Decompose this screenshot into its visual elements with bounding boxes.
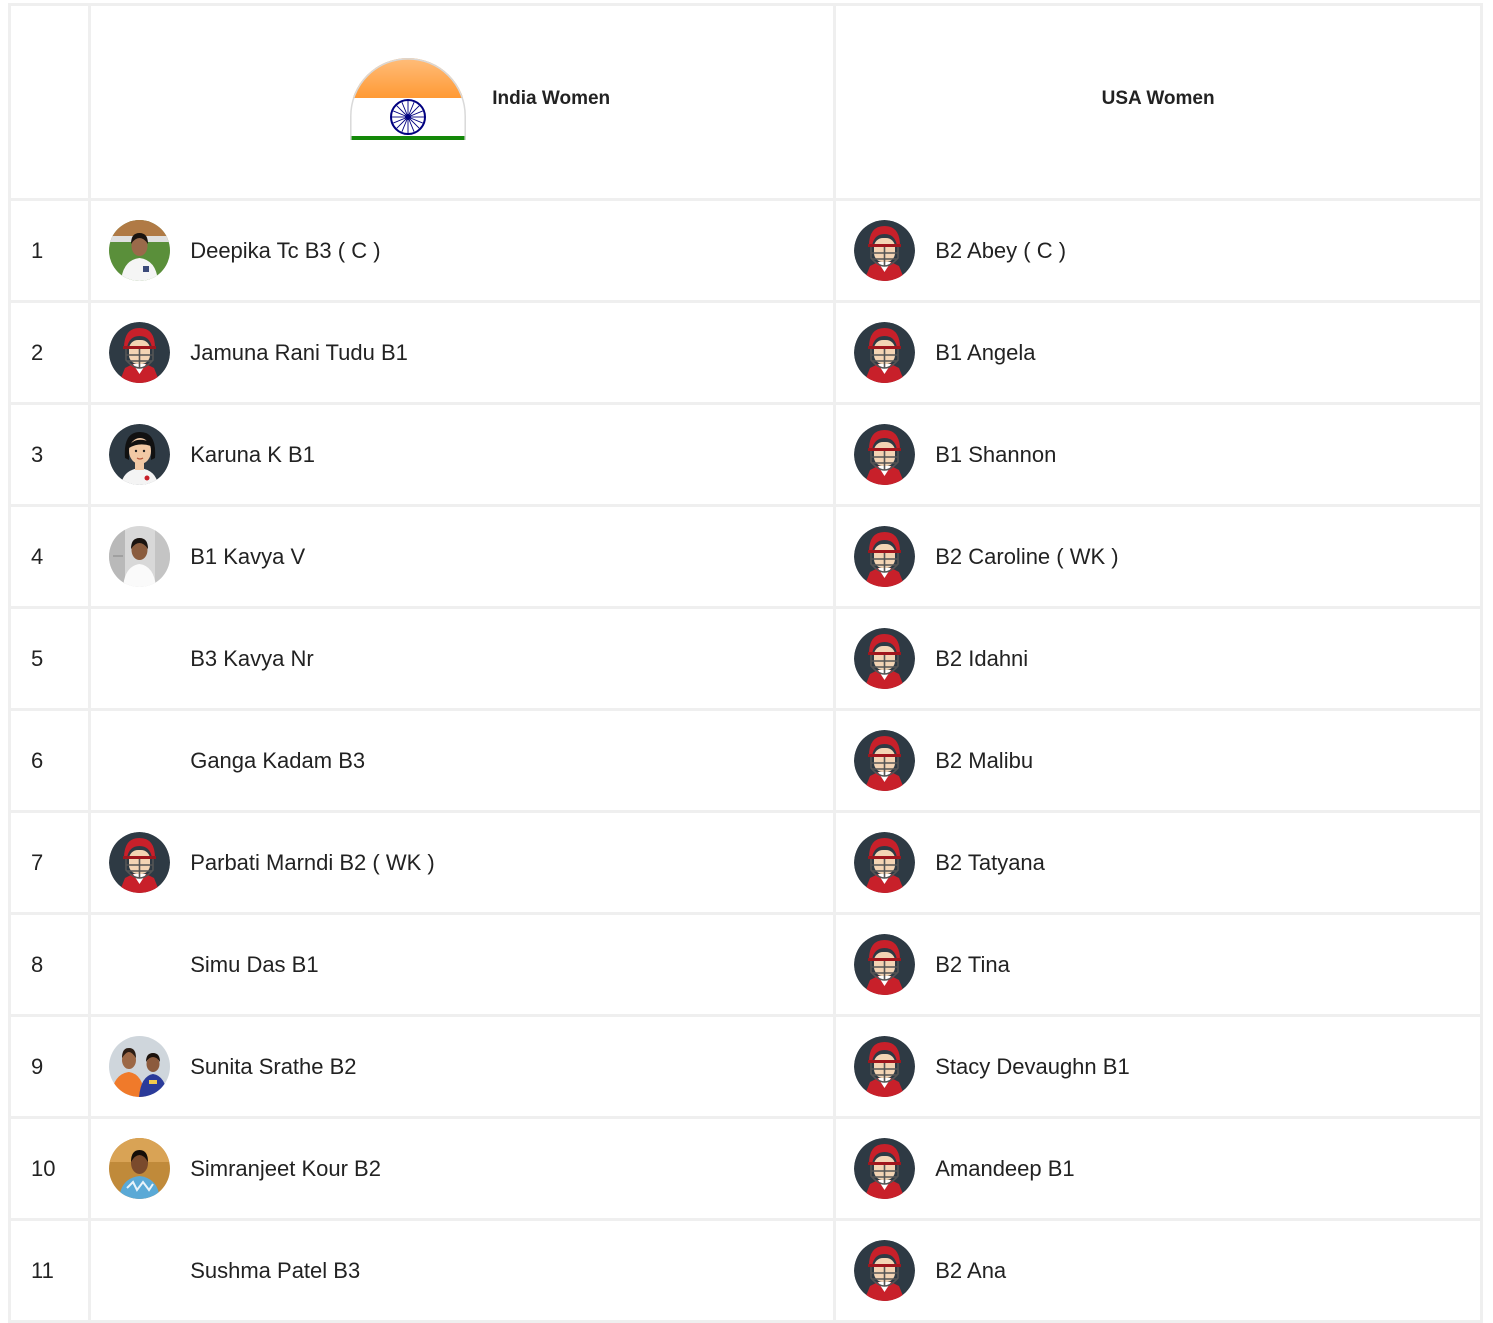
table-row: 2 Jamuna Rani Tudu B1 B1 Angela: [7, 300, 1483, 405]
india-team-name: India Women: [492, 88, 611, 109]
usa-player-cell: Amandeep B1: [833, 1116, 1483, 1221]
india-flag-icon: [350, 58, 467, 140]
usa-player-cell: B1 Shannon: [833, 402, 1483, 507]
helmet-avatar-icon: [854, 628, 916, 689]
row-number: 3: [7, 402, 92, 507]
india-player-cell: Sushma Patel B3: [88, 1218, 837, 1323]
india-player-cell: Parbati Marndi B2 ( WK ): [88, 810, 837, 915]
table-row: 10 Simranjeet Kour B2 Amandeep B1: [7, 1116, 1483, 1221]
usa-player-name[interactable]: B2 Abey ( C ): [935, 238, 1066, 264]
india-player-cell: Simu Das B1: [88, 912, 837, 1017]
india-player-name[interactable]: Ganga Kadam B3: [190, 748, 365, 774]
helmet-avatar-icon: [854, 424, 916, 485]
india-player-name[interactable]: Simranjeet Kour B2: [190, 1156, 381, 1182]
header-india: India Women: [88, 3, 837, 201]
avatar-placeholder: [109, 934, 170, 995]
india-player-cell: Karuna K B1: [88, 402, 837, 507]
helmet-avatar-icon: [854, 1036, 916, 1097]
india-player-cell: Simranjeet Kour B2: [88, 1116, 837, 1221]
row-number: 7: [7, 810, 92, 915]
usa-player-cell: B2 Ana: [833, 1218, 1483, 1323]
row-number: 5: [7, 606, 92, 711]
squad-table: India Women USA Women 1 Deepika Tc B3 ( …: [7, 3, 1483, 1323]
table-row: 9 Sunita Srathe B2 Stacy Devaughn B1: [7, 1014, 1483, 1119]
india-player-cell: B3 Kavya Nr: [88, 606, 837, 711]
usa-player-cell: B1 Angela: [833, 300, 1483, 405]
usa-player-cell: B2 Malibu: [833, 708, 1483, 813]
india-player-name[interactable]: Jamuna Rani Tudu B1: [190, 340, 408, 366]
helmet-avatar-icon: [109, 832, 171, 893]
usa-player-cell: B2 Idahni: [833, 606, 1483, 711]
usa-team-name: USA Women: [1101, 88, 1215, 109]
usa-player-cell: B2 Tatyana: [833, 810, 1483, 915]
india-player-name[interactable]: Karuna K B1: [190, 442, 315, 468]
usa-player-name[interactable]: B2 Ana: [935, 1258, 1006, 1284]
table-row: 4 B1 Kavya V B2 Caroline ( WK ): [7, 504, 1483, 609]
india-player-name[interactable]: Sunita Srathe B2: [190, 1054, 356, 1080]
helmet-avatar-icon: [854, 730, 916, 791]
row-number: 6: [7, 708, 92, 813]
player-photo-avatar: [109, 526, 171, 587]
india-player-cell: B1 Kavya V: [88, 504, 837, 609]
table-row: 5 B3 Kavya Nr B2 Idahni: [7, 606, 1483, 711]
header-usa: USA Women: [833, 3, 1483, 201]
usa-player-name[interactable]: Stacy Devaughn B1: [935, 1054, 1129, 1080]
row-number: 2: [7, 300, 92, 405]
usa-player-name[interactable]: B1 Angela: [935, 340, 1035, 366]
india-player-name[interactable]: Parbati Marndi B2 ( WK ): [190, 850, 435, 876]
table-row: 1 Deepika Tc B3 ( C ) B2 Abey ( C ): [7, 198, 1483, 303]
usa-player-cell: Stacy Devaughn B1: [833, 1014, 1483, 1119]
usa-player-name[interactable]: B2 Idahni: [935, 646, 1028, 672]
header-row: India Women USA Women: [7, 3, 1483, 201]
player-photo-avatar: [109, 424, 171, 485]
helmet-avatar-icon: [854, 220, 916, 281]
india-player-cell: Jamuna Rani Tudu B1: [88, 300, 837, 405]
avatar-placeholder: [109, 1240, 170, 1301]
row-number: 8: [7, 912, 92, 1017]
india-player-name[interactable]: Sushma Patel B3: [190, 1258, 360, 1284]
usa-player-name[interactable]: B2 Tatyana: [935, 850, 1045, 876]
player-photo-avatar: [109, 1138, 171, 1199]
usa-player-name[interactable]: B2 Tina: [935, 952, 1010, 978]
india-player-cell: Deepika Tc B3 ( C ): [88, 198, 837, 303]
usa-player-cell: B2 Caroline ( WK ): [833, 504, 1483, 609]
usa-player-cell: B2 Abey ( C ): [833, 198, 1483, 303]
table-row: 3 Karuna K B1 B1 Shannon: [7, 402, 1483, 507]
helmet-avatar-icon: [854, 526, 916, 587]
table-row: 6 Ganga Kadam B3 B2 Malibu: [7, 708, 1483, 813]
usa-player-cell: B2 Tina: [833, 912, 1483, 1017]
row-number: 1: [7, 198, 92, 303]
player-photo-avatar: [109, 220, 171, 281]
india-player-cell: Sunita Srathe B2: [88, 1014, 837, 1119]
usa-player-name[interactable]: B2 Malibu: [935, 748, 1033, 774]
avatar-placeholder: [109, 730, 170, 791]
usa-player-name[interactable]: B1 Shannon: [935, 442, 1056, 468]
india-player-name[interactable]: B1 Kavya V: [190, 544, 305, 570]
avatar-placeholder: [109, 628, 170, 689]
india-player-name[interactable]: B3 Kavya Nr: [190, 646, 314, 672]
helmet-avatar-icon: [854, 1240, 916, 1301]
usa-player-name[interactable]: B2 Caroline ( WK ): [935, 544, 1118, 570]
helmet-avatar-icon: [854, 832, 916, 893]
table-row: 8 Simu Das B1 B2 Tina: [7, 912, 1483, 1017]
usa-player-name[interactable]: Amandeep B1: [935, 1156, 1074, 1182]
helmet-avatar-icon: [854, 1138, 916, 1199]
row-number: 11: [7, 1218, 92, 1323]
row-number: 4: [7, 504, 92, 609]
row-number: 9: [7, 1014, 92, 1119]
table-row: 7 Parbati Marndi B2 ( WK ) B2 Tatyana: [7, 810, 1483, 915]
helmet-avatar-icon: [854, 934, 916, 995]
table-row: 11 Sushma Patel B3 B2 Ana: [7, 1218, 1483, 1323]
header-num-cell: [7, 3, 92, 201]
india-player-name[interactable]: Deepika Tc B3 ( C ): [190, 238, 380, 264]
player-photo-avatar: [109, 1036, 171, 1097]
india-player-name[interactable]: Simu Das B1: [190, 952, 318, 978]
row-number: 10: [7, 1116, 92, 1221]
india-player-cell: Ganga Kadam B3: [88, 708, 837, 813]
helmet-avatar-icon: [109, 322, 171, 383]
helmet-avatar-icon: [854, 322, 916, 383]
